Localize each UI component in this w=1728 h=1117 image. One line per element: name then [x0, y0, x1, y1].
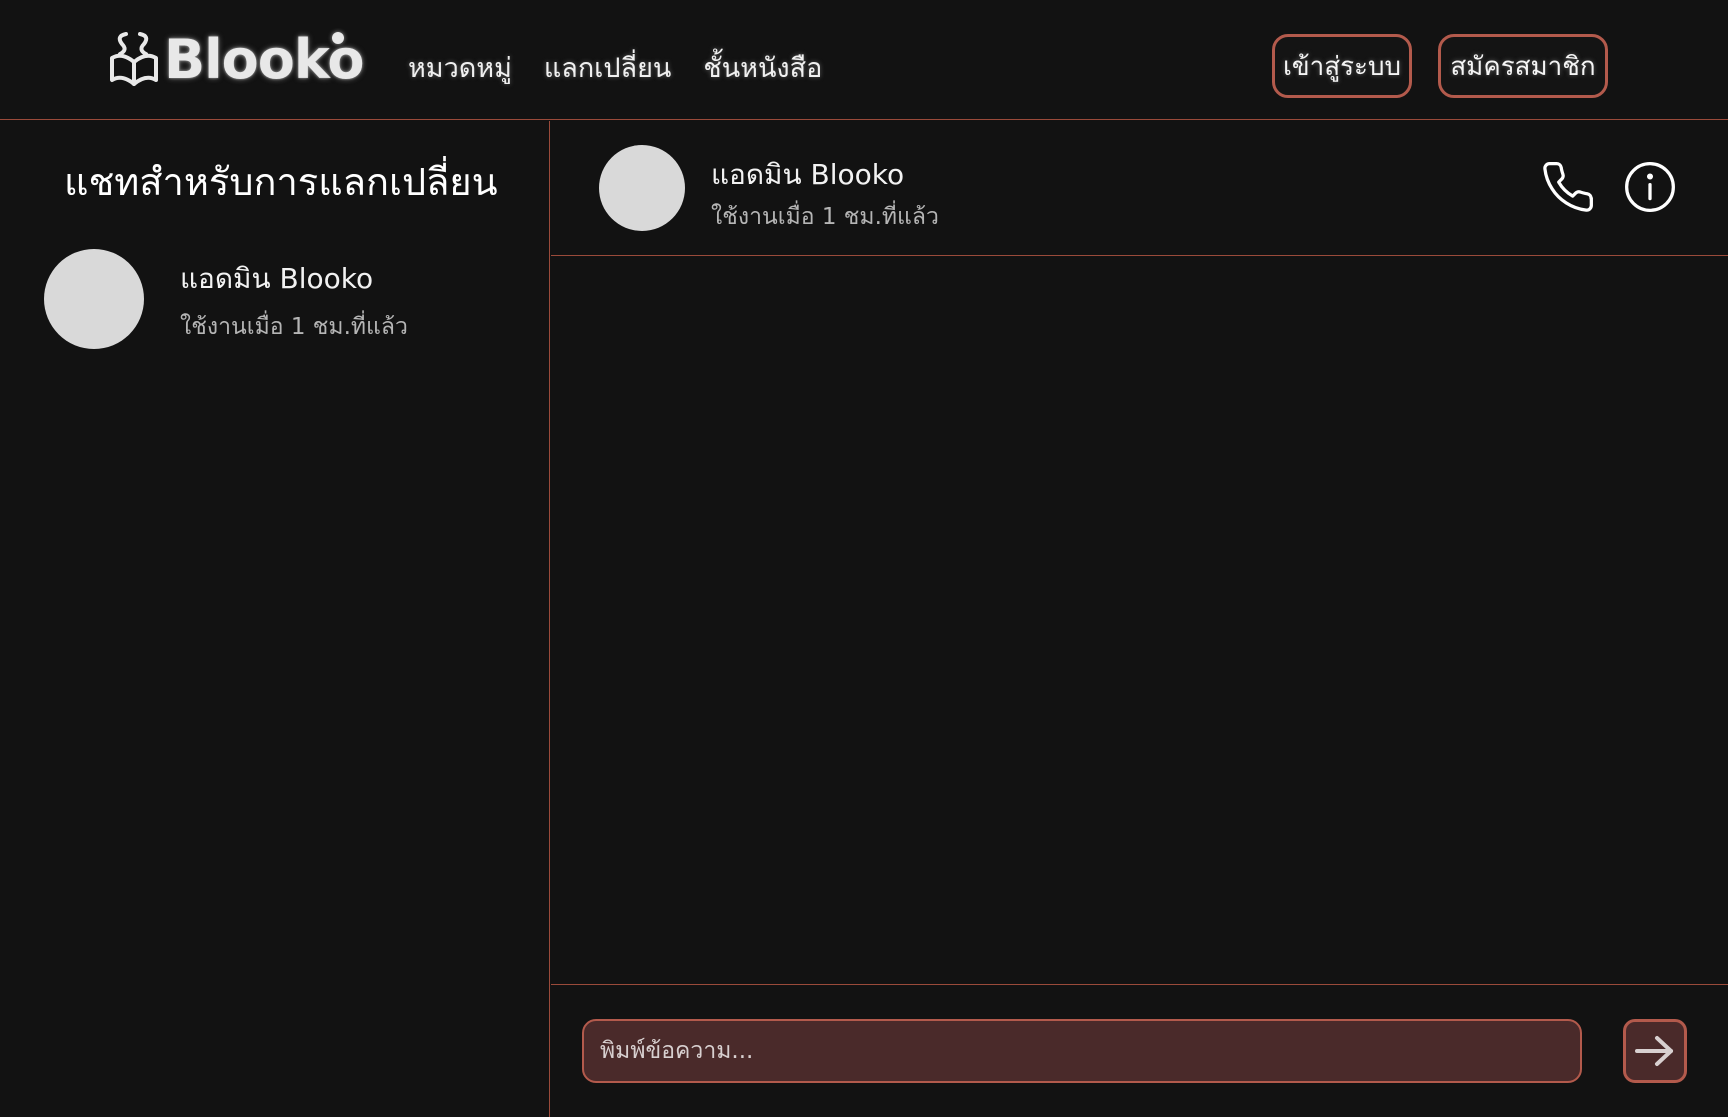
chat-contact-name: แอดมิน Blooko: [711, 158, 905, 191]
main-nav: หมวดหมู่ แลกเปลี่ยน ชั้นหนังสือ: [408, 46, 822, 89]
contact-name: แอดมิน Blooko: [180, 262, 374, 295]
avatar: [44, 249, 144, 349]
login-button[interactable]: เข้าสู่ระบบ: [1272, 34, 1412, 98]
chat-list-panel: แชทสำหรับการแลกเปลี่ยน แอดมิน Blooko ใช้…: [0, 121, 550, 1117]
nav-categories[interactable]: หมวดหมู่: [408, 46, 512, 89]
avatar: [599, 145, 685, 231]
chat-contact-status: ใช้งานเมื่อ 1 ชม.ที่แล้ว: [711, 204, 939, 230]
top-navbar: Blooko หมวดหมู่ แลกเปลี่ยน ชั้นหนังสือ เ…: [0, 0, 1728, 120]
logo-dot: [332, 32, 344, 44]
info-icon[interactable]: [1622, 159, 1678, 215]
nav-exchange[interactable]: แลกเปลี่ยน: [544, 46, 672, 89]
chat-list-item[interactable]: แอดมิน Blooko ใช้งานเมื่อ 1 ชม.ที่แล้ว: [44, 249, 524, 351]
signup-button[interactable]: สมัครสมาชิก: [1438, 34, 1608, 98]
book-logo-icon: [110, 32, 158, 86]
contact-status: ใช้งานเมื่อ 1 ชม.ที่แล้ว: [180, 314, 408, 340]
chat-list-title: แชทสำหรับการแลกเปลี่ยน: [64, 160, 498, 204]
message-composer: [551, 984, 1728, 1117]
phone-icon[interactable]: [1540, 159, 1596, 215]
chat-header: แอดมิน Blooko ใช้งานเมื่อ 1 ชม.ที่แล้ว: [551, 121, 1728, 256]
message-input[interactable]: [582, 1019, 1582, 1083]
nav-bookshelf[interactable]: ชั้นหนังสือ: [703, 46, 822, 89]
logo[interactable]: Blooko: [106, 26, 364, 92]
arrow-right-icon: [1635, 1036, 1673, 1066]
send-button[interactable]: [1623, 1019, 1687, 1083]
message-area[interactable]: [551, 256, 1728, 984]
